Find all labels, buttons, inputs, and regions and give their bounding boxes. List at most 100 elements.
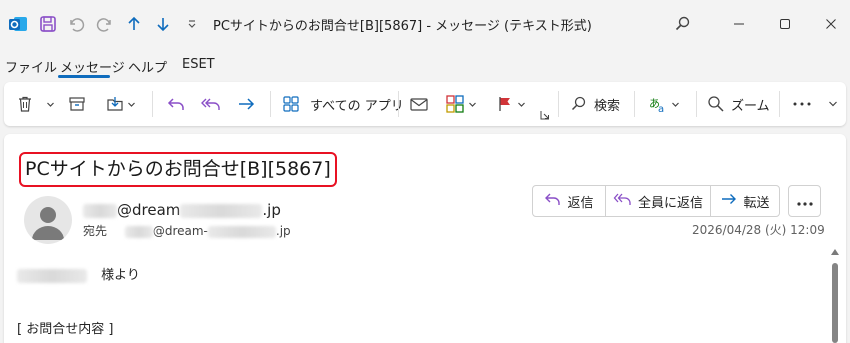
reply-button[interactable]: 返信 [533, 186, 605, 216]
ribbon-separator [634, 91, 635, 117]
ribbon-separator [558, 91, 559, 117]
redo-icon[interactable] [93, 10, 117, 38]
search-icon[interactable] [671, 10, 695, 38]
minimize-button[interactable] [716, 10, 762, 38]
archive-button[interactable] [68, 90, 86, 118]
chevron-down-icon [517, 100, 526, 109]
chevron-down-icon [828, 99, 838, 109]
redacted-text [124, 225, 153, 238]
message-timestamp: 2026/04/28 (火) 12:09 [692, 223, 825, 237]
delete-options-button[interactable] [46, 90, 55, 118]
message-subject: PCサイトからのお問合せ[B][5867] [19, 152, 337, 187]
recipient-address-visible[interactable]: @dream- [153, 224, 208, 238]
zoom-label: ズーム [731, 98, 770, 114]
search-label: 検索 [594, 98, 621, 114]
sender-address-suffix: .jp [262, 201, 281, 219]
recipient-line: 宛先 @dream- .jp [83, 222, 291, 239]
redacted-text [83, 203, 117, 218]
forward-ribbon-button[interactable] [236, 90, 256, 118]
person-icon [32, 207, 64, 240]
flag-button[interactable] [496, 90, 526, 118]
translate-icon: あ a [648, 95, 668, 113]
arrow-down-icon[interactable] [151, 10, 175, 38]
reply-all-label: 全員に返信 [637, 195, 703, 211]
ribbon-separator [696, 91, 697, 117]
group-expand-button[interactable] [540, 108, 550, 122]
ribbon-collapse-button[interactable] [828, 90, 838, 118]
ribbon-more-button[interactable] [792, 90, 812, 118]
ribbon-separator [270, 91, 271, 117]
sender-address-visible: @dream [117, 201, 181, 219]
arrow-up-icon[interactable] [122, 10, 146, 38]
close-button[interactable] [808, 10, 850, 38]
categorize-button[interactable] [445, 90, 477, 118]
reply-all-icon [200, 95, 222, 113]
redacted-text [207, 225, 276, 238]
message-body-line: 様より [17, 264, 140, 283]
envelope-icon [409, 95, 429, 113]
zoom-icon [707, 95, 725, 113]
reply-icon [166, 95, 186, 113]
reply-ribbon-button[interactable] [166, 90, 186, 118]
title-bar: PCサイトからのお問合せ[B][5867] - メッセージ (テキスト形式) [0, 0, 850, 50]
chevron-down-icon [46, 100, 55, 109]
redacted-text [180, 203, 263, 218]
forward-label: 転送 [743, 195, 770, 211]
ribbon-separator [152, 91, 153, 117]
to-label: 宛先 [83, 224, 108, 238]
translate-button[interactable]: あ a [648, 90, 680, 118]
all-apps-button[interactable]: すべての アプリ [282, 90, 404, 118]
move-to-folder-icon [106, 95, 124, 113]
window-title: PCサイトからのお問合せ[B][5867] - メッセージ (テキスト形式) [213, 19, 592, 34]
reply-all-icon [613, 191, 633, 211]
menu-message[interactable]: メッセージ [60, 57, 125, 76]
menu-eset[interactable]: ESET [182, 57, 215, 72]
maximize-button[interactable] [762, 10, 808, 38]
chevron-down-icon [127, 100, 136, 109]
message-body-line: [ お問合せ内容 ] [17, 322, 114, 337]
sender-address[interactable]: @dream .jp [83, 201, 281, 219]
menu-file[interactable]: ファイル [5, 57, 57, 76]
ribbon-separator [398, 91, 399, 117]
ribbon-separator [779, 91, 780, 117]
active-tab-indicator [58, 75, 110, 78]
categorize-icon [445, 95, 465, 113]
dialog-launcher-icon [540, 110, 550, 120]
reply-label: 返信 [567, 195, 594, 211]
more-options-icon [796, 192, 814, 211]
forward-button[interactable]: 転送 [710, 186, 779, 216]
ribbon: すべての アプリ 検索 あ a ズーム [4, 82, 846, 126]
more-options-icon [792, 95, 812, 113]
zoom-button[interactable]: ズーム [707, 90, 770, 118]
save-icon[interactable] [36, 10, 60, 38]
search-icon [570, 95, 588, 113]
all-apps-label: すべての アプリ [310, 98, 404, 114]
menu-help[interactable]: ヘルプ [128, 57, 167, 76]
sender-avatar [24, 196, 72, 244]
vertical-scrollbar[interactable] [829, 249, 841, 343]
customize-toolbar-icon[interactable] [180, 10, 204, 38]
forward-icon [236, 95, 256, 113]
move-button[interactable] [106, 90, 136, 118]
chevron-down-icon [468, 100, 477, 109]
search-ribbon-button[interactable]: 検索 [570, 90, 620, 118]
redacted-text [17, 268, 87, 283]
apps-grid-icon [282, 95, 300, 113]
message-more-button[interactable] [788, 185, 821, 217]
reply-icon [544, 191, 562, 211]
scroll-thumb[interactable] [832, 263, 838, 343]
chevron-down-icon [671, 100, 680, 109]
reply-all-ribbon-button[interactable] [200, 90, 222, 118]
flag-icon [496, 95, 514, 113]
recipient-address-suffix: .jp [275, 224, 291, 238]
trash-icon [16, 95, 34, 113]
salutation-text: 様より [101, 268, 140, 283]
reply-all-button[interactable]: 全員に返信 [605, 186, 710, 216]
archive-icon [68, 95, 86, 113]
menu-bar: ファイル メッセージ ヘルプ ESET [0, 50, 850, 80]
delete-button[interactable] [16, 90, 34, 118]
read-unread-button[interactable] [409, 90, 429, 118]
undo-icon[interactable] [64, 10, 88, 38]
scroll-up-arrow-icon[interactable] [831, 249, 839, 255]
forward-icon [720, 191, 738, 211]
